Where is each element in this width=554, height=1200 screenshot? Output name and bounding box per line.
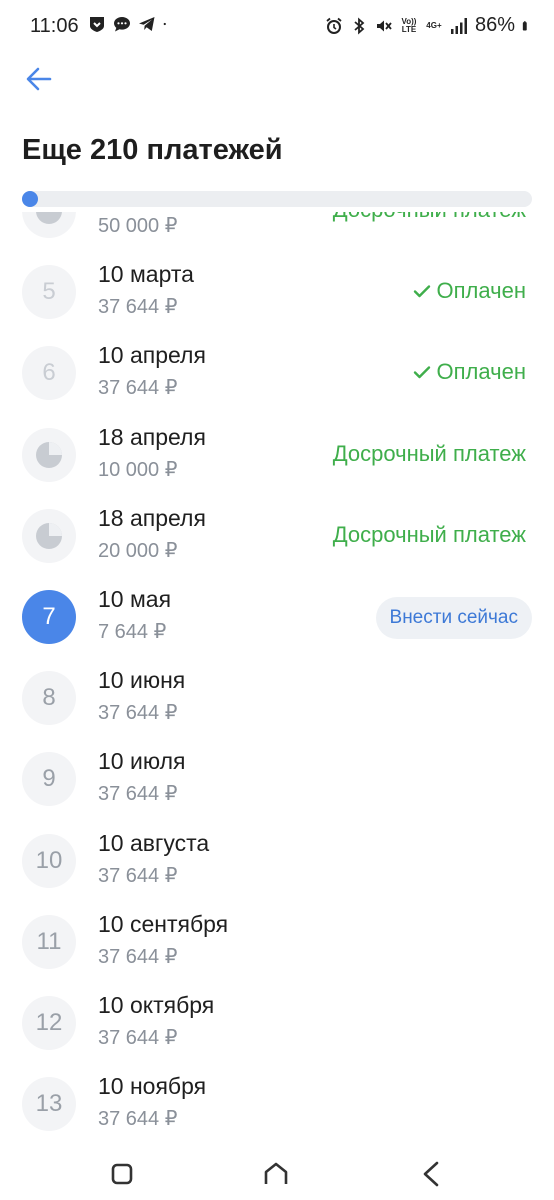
early-payment-status: Досрочный платеж (333, 522, 526, 548)
pay-now-button[interactable]: Внести сейчас (375, 596, 532, 639)
payment-row[interactable]: 6 10 апреля 37 644 ₽ Оплачен (0, 332, 554, 413)
telegram-icon (139, 17, 155, 31)
payment-date: 10 октября (98, 991, 215, 1018)
check-icon (413, 285, 430, 298)
payment-amount: 37 644 ₽ (98, 1026, 178, 1049)
payment-amount: 37 644 ₽ (98, 377, 178, 400)
battery-percent: 86% (474, 14, 515, 36)
payment-date: 10 марта (98, 261, 194, 288)
payment-number-badge: 7 (22, 589, 76, 644)
partial-payment-pie-icon (36, 522, 62, 549)
page-title: Еще 210 платежей (22, 134, 283, 166)
mute-icon (376, 20, 392, 31)
payment-number-badge (22, 427, 76, 482)
payment-row[interactable]: 13 10 ноября 37 644 ₽ (0, 1063, 554, 1144)
payment-number-badge: 8 (22, 671, 76, 726)
payment-row[interactable]: 18 апреля 10 000 ₽ Досрочный платеж (0, 414, 554, 495)
network-type: 4G+ (426, 20, 442, 30)
payment-date: 10 августа (98, 829, 210, 856)
payment-amount: 37 644 ₽ (98, 1108, 178, 1131)
home-icon[interactable] (258, 1156, 294, 1192)
payment-row[interactable]: 50 000 ₽ Досрочный платеж (0, 212, 554, 251)
partial-payment-pie-icon (36, 212, 62, 224)
payment-number-badge: 10 (22, 833, 76, 888)
payment-date: 10 июля (98, 748, 186, 775)
payment-amount: 10 000 ₽ (98, 458, 178, 481)
payment-date: 10 ноября (98, 1073, 207, 1100)
status-label: Оплачен (436, 278, 526, 304)
progress-fill (22, 191, 38, 207)
back-arrow-icon[interactable] (22, 62, 56, 96)
payment-number-badge: 13 (22, 1077, 76, 1132)
payment-row[interactable]: 18 апреля 20 000 ₽ Досрочный платеж (0, 495, 554, 576)
payment-date: 18 апреля (98, 504, 206, 531)
payment-row[interactable]: 11 10 сентября 37 644 ₽ (0, 901, 554, 982)
payments-progress-bar (22, 191, 532, 207)
status-label: Досрочный платеж (332, 440, 526, 466)
payment-number-badge: 11 (22, 914, 76, 969)
signal-icon (450, 17, 467, 34)
status-label: Оплачен (436, 359, 526, 385)
system-icons: Vo)) LTE 4G+ 86% (325, 14, 532, 37)
payment-amount: 37 644 ₽ (98, 702, 178, 725)
payment-number-badge: 9 (22, 752, 76, 807)
alarm-icon (326, 17, 342, 34)
payment-row[interactable]: 5 10 марта 37 644 ₽ Оплачен (0, 251, 554, 332)
payment-amount: 37 644 ₽ (98, 864, 178, 887)
bluetooth-icon (354, 17, 365, 34)
chat-icon (114, 17, 130, 32)
paid-status: Оплачен (413, 278, 526, 304)
navigation-bar (0, 1148, 554, 1200)
payment-date: 10 июня (98, 667, 186, 694)
payment-number-badge (22, 508, 76, 563)
back-nav-icon[interactable] (414, 1156, 450, 1192)
recents-icon[interactable] (104, 1156, 140, 1192)
status-label: Досрочный платеж (332, 521, 526, 547)
payment-date: 18 апреля (98, 423, 206, 450)
status-bar: 11:06 Vo)) LTE 4G+ 86% (0, 0, 554, 52)
payment-amount: 7 644 ₽ (98, 620, 167, 643)
payment-date: 10 сентября (98, 910, 229, 937)
status-time: 11:06 (30, 15, 79, 37)
check-icon (413, 366, 430, 379)
payment-number-badge: 6 (22, 346, 76, 401)
payment-row[interactable]: 9 10 июля 37 644 ₽ (0, 738, 554, 819)
partial-payment-pie-icon (36, 441, 62, 468)
payment-amount: 37 644 ₽ (98, 296, 178, 319)
payments-list[interactable]: 50 000 ₽ Досрочный платеж 5 10 марта 37 644 … (0, 212, 554, 1148)
early-payment-status: Досрочный платеж (333, 212, 526, 223)
payment-number-badge (22, 212, 76, 238)
early-payment-status: Досрочный платеж (333, 441, 526, 467)
payment-number-badge: 5 (22, 265, 76, 320)
payment-amount: 20 000 ₽ (98, 539, 178, 562)
payment-date: 10 мая (98, 585, 172, 612)
payment-number-badge: 12 (22, 995, 76, 1050)
notification-icons (88, 15, 171, 33)
battery-icon (522, 20, 527, 30)
payment-row[interactable]: 10 10 августа 37 644 ₽ (0, 820, 554, 901)
payment-amount: 50 000 ₽ (98, 215, 178, 237)
payment-row[interactable]: 8 10 июня 37 644 ₽ (0, 657, 554, 738)
payment-amount: 37 644 ₽ (98, 945, 178, 968)
payment-row[interactable]: 7 10 мая 7 644 ₽ Внести сейчас (0, 576, 554, 657)
more-notifications-dot-icon (163, 22, 166, 26)
payment-amount: 37 644 ₽ (98, 783, 178, 806)
volte-indicator: Vo)) LTE (401, 16, 417, 34)
payment-row[interactable]: 12 10 октября 37 644 ₽ (0, 982, 554, 1063)
paid-status: Оплачен (413, 359, 526, 385)
shield-app-icon (90, 17, 104, 32)
payment-date: 10 апреля (98, 342, 206, 369)
status-label: Досрочный платеж (333, 212, 526, 223)
